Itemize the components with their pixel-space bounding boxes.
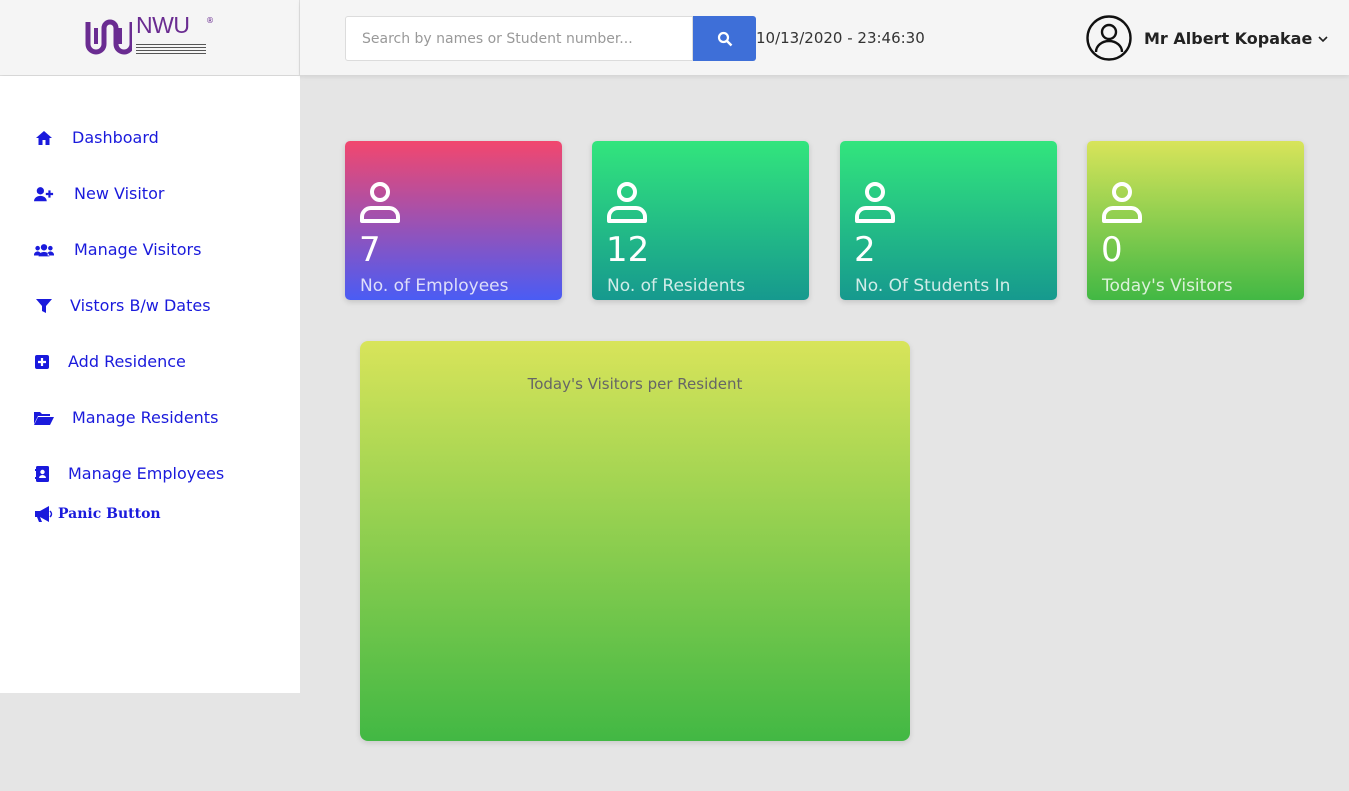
panel-title: Today's Visitors per Resident xyxy=(527,375,743,393)
sidebar-item-label: New Visitor xyxy=(74,184,165,203)
sidebar-item-label: Add Residence xyxy=(68,352,186,371)
sidebar-item-label: Manage Visitors xyxy=(74,240,202,259)
sidebar-item-label: Vistors B/w Dates xyxy=(70,296,211,315)
sidebar-item-label: Manage Employees xyxy=(68,464,225,483)
person-icon xyxy=(607,182,647,223)
user-avatar-icon xyxy=(1086,15,1132,61)
person-icon xyxy=(360,182,400,223)
chevron-down-icon xyxy=(1318,35,1328,42)
brand-reg: ® xyxy=(206,16,214,25)
person-icon xyxy=(855,182,895,223)
stat-value: 2 xyxy=(854,230,876,270)
sidebar: Dashboard New Visitor Manage Visitors Vi… xyxy=(0,76,300,693)
sidebar-item-manage-employees[interactable]: Manage Employees xyxy=(34,464,224,483)
sidebar-item-dashboard[interactable]: Dashboard xyxy=(34,128,159,147)
user-name: Mr Albert Kopakae xyxy=(1144,28,1313,48)
panic-button[interactable]: Panic Button xyxy=(34,506,161,522)
folder-open-icon xyxy=(34,409,54,427)
current-datetime: 10/13/2020 - 23:46:30 xyxy=(756,29,925,47)
filter-icon xyxy=(34,297,54,315)
nwu-emblem-icon xyxy=(85,19,132,55)
users-icon xyxy=(34,241,54,259)
panic-button-label: Panic Button xyxy=(58,506,161,522)
sidebar-item-label: Dashboard xyxy=(72,128,159,147)
stat-label: No. Of Students In xyxy=(855,276,1011,296)
sidebar-item-label: Manage Residents xyxy=(72,408,219,427)
stat-label: No. of Employees xyxy=(360,276,509,296)
stat-card-todays-visitors[interactable]: 0 Today's Visitors xyxy=(1087,141,1304,300)
brand-name: NWU xyxy=(136,12,190,38)
sidebar-item-add-residence[interactable]: Add Residence xyxy=(34,352,186,371)
sidebar-item-visitors-between-dates[interactable]: Vistors B/w Dates xyxy=(34,296,211,315)
search-input[interactable] xyxy=(345,16,693,61)
nwu-logo[interactable]: NWU ® xyxy=(84,12,219,60)
user-menu[interactable]: Mr Albert Kopakae xyxy=(1086,15,1328,61)
sidebar-item-manage-visitors[interactable]: Manage Visitors xyxy=(34,240,201,259)
address-book-icon xyxy=(34,465,50,483)
stat-value: 12 xyxy=(606,230,650,270)
stat-label: Today's Visitors xyxy=(1102,276,1233,296)
stat-card-residents[interactable]: 12 No. of Residents xyxy=(592,141,809,300)
search-icon xyxy=(717,31,732,46)
brand-subtext-lines xyxy=(136,44,206,56)
stat-value: 7 xyxy=(359,230,381,270)
megaphone-icon xyxy=(34,506,54,522)
stat-card-employees[interactable]: 7 No. of Employees xyxy=(345,141,562,300)
search-button[interactable] xyxy=(693,16,756,61)
plus-square-icon xyxy=(34,353,50,371)
stat-value: 0 xyxy=(1101,230,1123,270)
home-icon xyxy=(34,129,54,147)
stat-label: No. of Residents xyxy=(607,276,746,296)
user-plus-icon xyxy=(34,185,54,203)
logo-area: NWU ® xyxy=(0,0,300,75)
stat-card-students-in[interactable]: 2 No. Of Students In xyxy=(840,141,1057,300)
sidebar-item-manage-residents[interactable]: Manage Residents xyxy=(34,408,218,427)
visitors-per-resident-panel: Today's Visitors per Resident xyxy=(360,341,910,741)
person-icon xyxy=(1102,182,1142,223)
sidebar-item-new-visitor[interactable]: New Visitor xyxy=(34,184,164,203)
